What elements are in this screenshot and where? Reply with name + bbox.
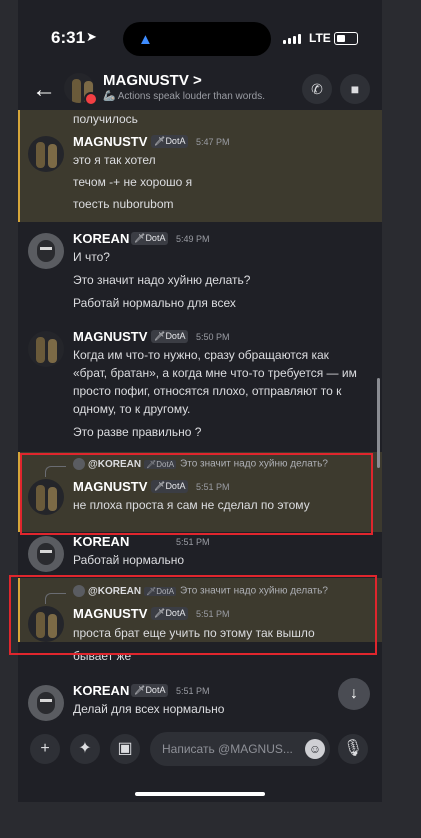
tag-label: DotA bbox=[165, 331, 186, 341]
timestamp: 5:49 PM bbox=[176, 234, 210, 244]
message-line: течом -+ не хорошо я bbox=[73, 175, 193, 189]
avatar[interactable] bbox=[28, 136, 64, 172]
chat-title[interactable]: MAGNUSTV > bbox=[103, 72, 202, 89]
author-name[interactable]: MAGNUSTV bbox=[73, 329, 147, 344]
author-name[interactable]: MAGNUSTV bbox=[73, 134, 147, 149]
video-call-button[interactable]: ■ bbox=[340, 74, 370, 104]
dynamic-island: ▲ bbox=[123, 22, 271, 56]
network-label: LTE bbox=[309, 31, 331, 45]
message-line: И что? bbox=[73, 250, 110, 264]
chat-title-text: MAGNUSTV bbox=[103, 72, 189, 89]
message-line: Работай нормально для всех bbox=[73, 296, 236, 310]
message-line: это я так хотел bbox=[73, 153, 156, 167]
custom-status: 🦾 Actions speak louder than words. bbox=[103, 91, 265, 102]
dnd-status-icon bbox=[84, 92, 98, 106]
message-line: Это значит надо хуйню делать? bbox=[73, 273, 251, 287]
mic-icon: 🎙 bbox=[342, 740, 364, 757]
phone-icon: ✆ bbox=[311, 81, 323, 97]
message-line: получилось bbox=[73, 112, 138, 126]
status-time: 6:31 bbox=[51, 28, 86, 47]
message-line: Это разве правильно ? bbox=[73, 425, 202, 439]
author-name[interactable]: KOREAN bbox=[73, 231, 129, 246]
message-placeholder: Написать @MAGNUS... bbox=[162, 742, 293, 756]
status-emoji-icon: 🦾 bbox=[103, 91, 116, 102]
avatar[interactable] bbox=[28, 536, 64, 572]
gift-icon: ▣ bbox=[117, 740, 133, 757]
tag-label: DotA bbox=[145, 233, 166, 243]
author-name[interactable]: KOREAN bbox=[73, 683, 129, 698]
video-icon: ■ bbox=[350, 81, 360, 97]
message-composer: + ✦ ▣ Написать @MAGNUS... ☺ 🎙 bbox=[18, 725, 382, 775]
message-line: Работай нормально bbox=[73, 553, 185, 567]
timestamp: 5:51 PM bbox=[176, 686, 210, 696]
voice-message-button[interactable]: 🎙 bbox=[338, 734, 368, 764]
avatar[interactable] bbox=[28, 331, 64, 367]
arrow-left-icon[interactable]: ← bbox=[32, 76, 56, 104]
annotation-box bbox=[9, 575, 377, 655]
voice-call-button[interactable]: ✆ bbox=[302, 74, 332, 104]
dota-tag: 🗡DotA bbox=[131, 232, 169, 245]
app-screen: 6:31 ➤ ▲ LTE ← MAGNUSTV > 🦾 Actions spea… bbox=[18, 0, 382, 802]
tag-label: DotA bbox=[165, 136, 186, 146]
dota-tag: 🗡DotA bbox=[131, 684, 169, 697]
gift-button[interactable]: ▣ bbox=[110, 734, 140, 764]
annotation-box bbox=[20, 453, 373, 535]
message-line: Делай для всех нормально bbox=[73, 702, 225, 716]
timestamp: 5:51 PM bbox=[176, 537, 210, 547]
message-input[interactable]: Написать @MAGNUS... ☺ bbox=[150, 732, 330, 766]
sword-icon: 🗡 bbox=[134, 685, 146, 695]
sword-icon: 🗡 bbox=[154, 331, 166, 341]
author-name[interactable]: KOREAN bbox=[73, 534, 129, 549]
scrollbar[interactable] bbox=[377, 378, 380, 468]
timestamp: 5:47 PM bbox=[196, 137, 230, 147]
location-arrow-icon: ➤ bbox=[86, 29, 97, 44]
plus-icon: + bbox=[40, 740, 50, 757]
signal-icon bbox=[283, 34, 301, 44]
chevron-right-icon: > bbox=[193, 72, 202, 89]
dota-tag: 🗡DotA bbox=[151, 135, 189, 148]
arrow-down-icon: ↓ bbox=[350, 685, 358, 702]
tag-label: DotA bbox=[145, 685, 166, 695]
activities-button[interactable]: ✦ bbox=[70, 734, 100, 764]
sword-icon: 🗡 bbox=[154, 136, 166, 146]
navigation-icon: ▲ bbox=[138, 31, 153, 48]
battery-icon bbox=[334, 32, 358, 45]
gamepad-icon: ✦ bbox=[78, 740, 92, 757]
message-line: Когда им что-то нужно, сразу обращаются … bbox=[73, 348, 357, 416]
dota-tag: 🗡DotA bbox=[151, 330, 189, 343]
status-bar: 6:31 ➤ ▲ LTE bbox=[18, 0, 382, 70]
avatar[interactable] bbox=[28, 233, 64, 269]
emoji-icon[interactable]: ☺ bbox=[305, 739, 325, 759]
attach-button[interactable]: + bbox=[30, 734, 60, 764]
timestamp: 5:50 PM bbox=[196, 332, 230, 342]
jump-to-present-button[interactable]: ↓ bbox=[338, 678, 370, 710]
chat-header: ← MAGNUSTV > 🦾 Actions speak louder than… bbox=[18, 70, 382, 110]
avatar[interactable] bbox=[28, 685, 64, 721]
custom-status-text: Actions speak louder than words. bbox=[117, 91, 265, 102]
home-indicator[interactable] bbox=[135, 792, 265, 796]
sword-icon: 🗡 bbox=[134, 233, 146, 243]
message-line: тоесть nuborubom bbox=[73, 197, 174, 211]
